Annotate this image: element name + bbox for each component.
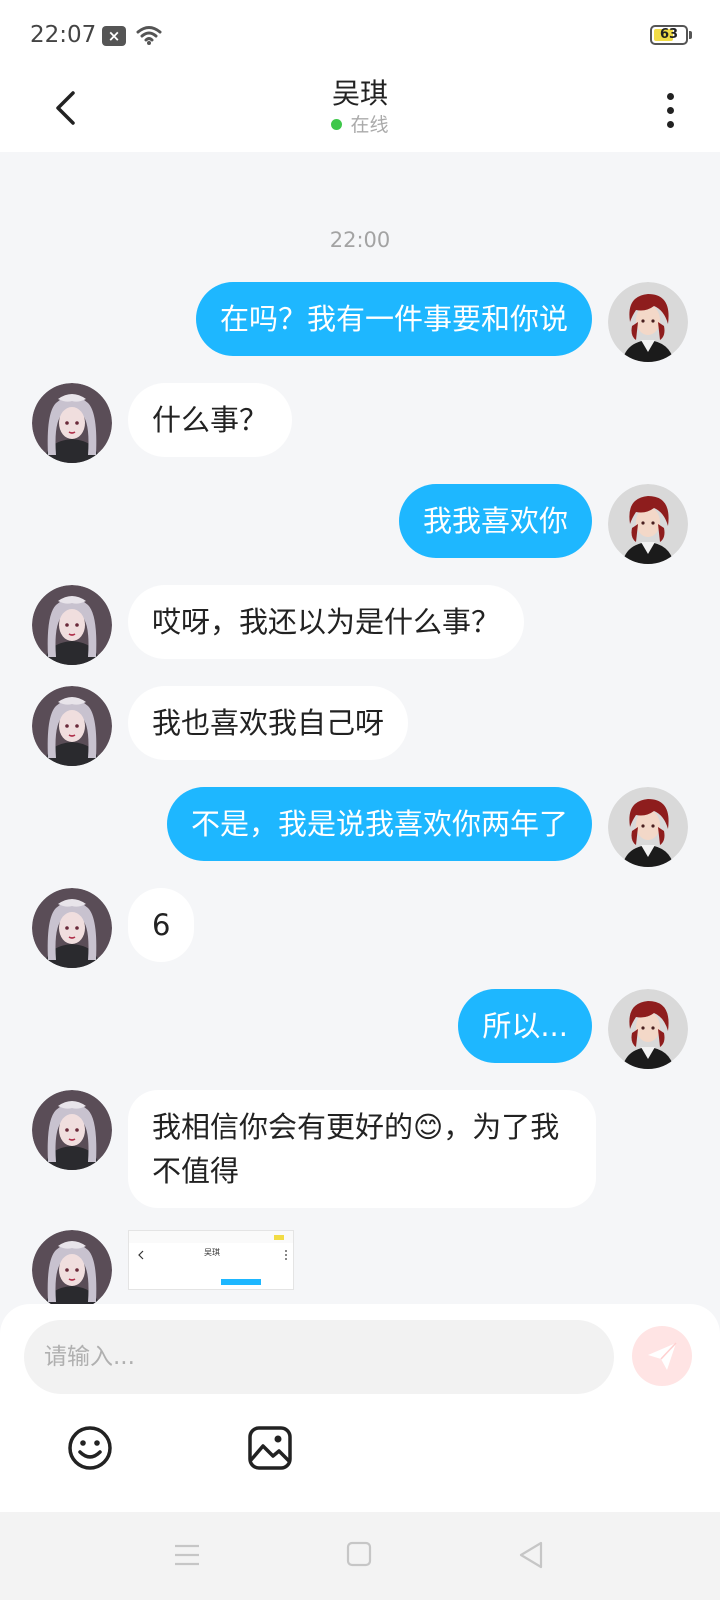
message-bubble[interactable]: 所以...	[458, 989, 592, 1063]
menu-icon[interactable]	[174, 1542, 200, 1568]
back-triangle-icon[interactable]	[518, 1540, 544, 1570]
message-input[interactable]	[24, 1320, 614, 1394]
battery-nub	[689, 31, 692, 39]
my-avatar[interactable]	[608, 989, 688, 1069]
image-icon	[248, 1426, 292, 1470]
smiley-icon	[68, 1426, 112, 1470]
female-avatar-illustration	[32, 1230, 112, 1304]
message-bubble[interactable]: 哎呀，我还以为是什么事？	[128, 585, 525, 659]
contact-avatar[interactable]	[32, 585, 112, 665]
my-avatar[interactable]	[608, 282, 688, 362]
message-bubble[interactable]: 不是，我是说我喜欢你两年了	[166, 787, 592, 861]
contact-avatar[interactable]	[32, 1090, 112, 1170]
more-options-button[interactable]	[650, 82, 690, 138]
image-message[interactable]: 吴琪	[128, 1230, 294, 1290]
more-vertical-icon	[666, 92, 674, 100]
system-nav-bar	[0, 1512, 720, 1600]
input-panel	[0, 1304, 720, 1512]
message-bubble[interactable]: 在吗？我有一件事要和你说	[195, 282, 592, 356]
battery-level: 63	[659, 27, 679, 42]
female-avatar-illustration	[32, 888, 112, 968]
message-bubble[interactable]: 我相信你会有更好的😊，为了我不值得	[128, 1090, 596, 1208]
wifi-icon	[136, 26, 162, 45]
message-timestamp: 22:00	[329, 228, 391, 252]
chat-header: 吴琪 在线	[0, 70, 720, 152]
message-bubble[interactable]: 6	[128, 888, 195, 962]
online-status: 在线	[0, 110, 720, 137]
paper-plane-icon	[648, 1342, 677, 1370]
home-icon[interactable]	[346, 1541, 372, 1567]
female-avatar-illustration	[32, 383, 112, 463]
online-dot	[331, 118, 343, 130]
message-bubble[interactable]: 我我喜欢你	[398, 484, 592, 558]
contact-name: 吴琪	[331, 77, 388, 110]
image-message-title: 吴琪	[204, 1248, 220, 1257]
male-avatar-illustration	[608, 282, 688, 362]
battery-icon: 63	[650, 25, 688, 45]
message-list[interactable]: 22:00 在吗？我有一件事要和你说 什么事？ 我我喜欢你 哎呀，我还以为是什么…	[0, 152, 720, 1304]
contact-avatar[interactable]	[32, 686, 112, 766]
female-avatar-illustration	[32, 585, 112, 665]
male-avatar-illustration	[608, 484, 688, 564]
image-picker-button[interactable]	[246, 1424, 294, 1472]
male-avatar-illustration	[608, 989, 688, 1069]
my-avatar[interactable]	[608, 484, 688, 564]
online-status-text: 在线	[350, 114, 389, 136]
female-avatar-illustration	[32, 686, 112, 766]
send-button[interactable]	[632, 1326, 692, 1386]
message-bubble[interactable]: 什么事？	[128, 383, 293, 457]
contact-avatar[interactable]	[32, 1230, 112, 1304]
emoji-button[interactable]	[66, 1424, 114, 1472]
status-bar: 22:07 × 63	[0, 0, 720, 70]
message-bubble[interactable]: 我也喜欢我自己呀	[128, 686, 409, 760]
my-avatar[interactable]	[608, 787, 688, 867]
contact-avatar[interactable]	[32, 383, 112, 463]
contact-avatar[interactable]	[32, 888, 112, 968]
notification-icon: ×	[102, 26, 126, 46]
female-avatar-illustration	[32, 1090, 112, 1170]
status-time: 22:07	[30, 22, 97, 48]
male-avatar-illustration	[608, 787, 688, 867]
image-message-preview	[129, 1231, 293, 1285]
